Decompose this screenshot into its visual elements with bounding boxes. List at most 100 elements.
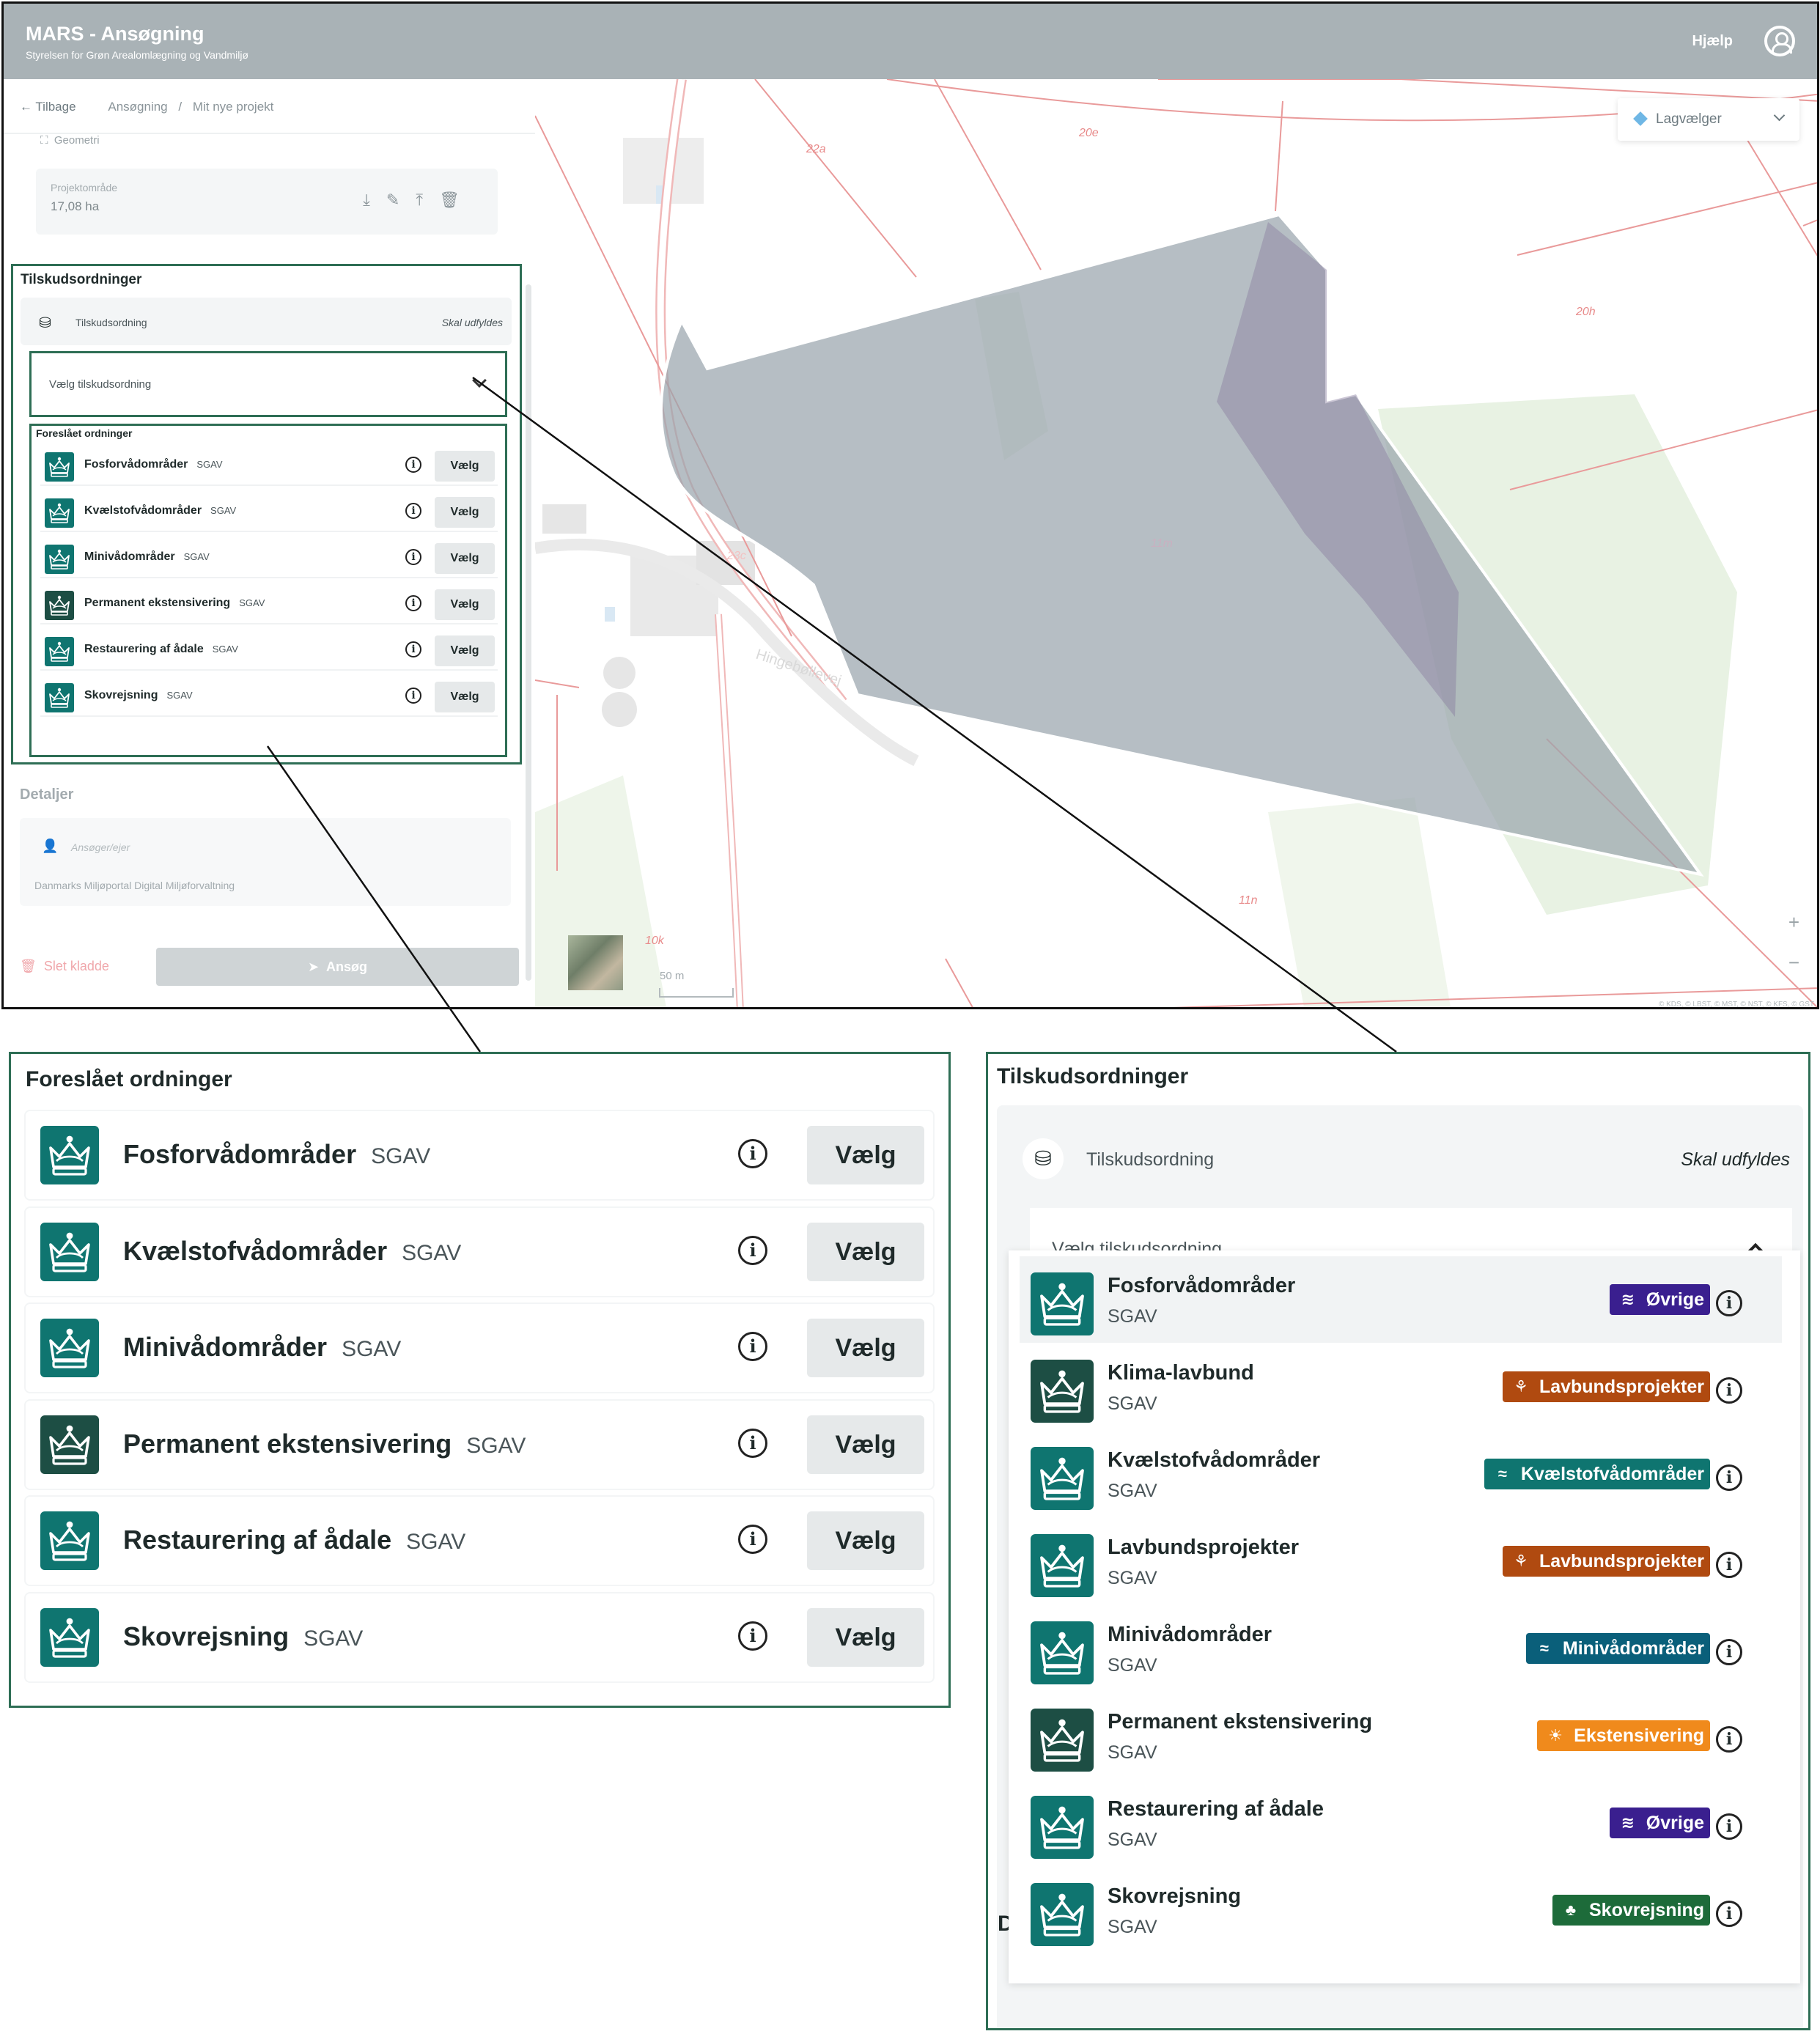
info-icon[interactable]: i bbox=[1716, 1290, 1742, 1316]
help-link[interactable]: Hjælp bbox=[1692, 33, 1733, 50]
zoom-out-button[interactable]: − bbox=[1788, 951, 1799, 974]
upload-icon[interactable]: ⤒ bbox=[416, 191, 439, 209]
category-badge: ☀ Ekstensivering bbox=[1537, 1720, 1710, 1751]
crown-logo-icon bbox=[40, 1126, 99, 1184]
parcel-label: 11m bbox=[1151, 537, 1173, 550]
scheme-name: Permanent ekstensivering SGAV bbox=[123, 1428, 526, 1459]
scheme-org: SGAV bbox=[1108, 1655, 1157, 1676]
scheme-name: Kvælstofvådområder SGAV bbox=[84, 504, 237, 517]
crown-logo-icon bbox=[40, 1222, 99, 1281]
suggested-row: Minivådområder SGAV i Vælg bbox=[26, 1304, 933, 1392]
tilskud-select[interactable]: Vælg tilskudsordning bbox=[29, 351, 507, 417]
dropdown-option[interactable]: Lavbundsprojekter SGAV ⚘ Lavbundsprojekter i bbox=[1020, 1518, 1782, 1604]
download-icon[interactable]: ⤓ bbox=[363, 191, 386, 209]
breadcrumb-item[interactable]: Ansøgning bbox=[108, 100, 167, 114]
crown-logo-icon bbox=[45, 683, 74, 712]
zoom-in-button[interactable]: + bbox=[1788, 911, 1799, 934]
info-icon[interactable]: i bbox=[1716, 1639, 1742, 1665]
suggested-row: Skovrejsning SGAV i Vælg bbox=[26, 1593, 933, 1681]
choose-button[interactable]: Vælg bbox=[807, 1319, 924, 1377]
crown-logo-icon bbox=[1031, 1621, 1094, 1684]
info-icon[interactable]: i bbox=[1716, 1813, 1742, 1840]
map-view[interactable]: 22a 20e 20h 11n 10k 11m 23c Hingebølleve… bbox=[535, 79, 1819, 1009]
details-title: Detaljer bbox=[20, 786, 74, 803]
info-icon[interactable]: i bbox=[405, 595, 421, 611]
info-icon[interactable]: i bbox=[1716, 1377, 1742, 1404]
info-icon[interactable]: i bbox=[1716, 1726, 1742, 1753]
scheme-name: Skovrejsning bbox=[1108, 1884, 1242, 1908]
dropdown-option[interactable]: Kvælstofvådområder SGAV ≈ Kvælstofvådområde… bbox=[1020, 1431, 1782, 1517]
parcel-label: 20e bbox=[1078, 127, 1099, 139]
project-area-value: 17,08 ha bbox=[51, 199, 100, 213]
info-icon[interactable]: i bbox=[405, 641, 421, 657]
info-icon[interactable]: i bbox=[738, 1525, 767, 1554]
choose-button[interactable]: Vælg bbox=[435, 497, 495, 528]
info-icon[interactable]: i bbox=[405, 688, 421, 704]
scheme-name: Minivådområder bbox=[1108, 1623, 1272, 1646]
scheme-org: SGAV bbox=[1108, 1917, 1157, 1937]
scrollbar[interactable] bbox=[526, 284, 531, 981]
choose-button[interactable]: Vælg bbox=[435, 543, 495, 574]
dropdown-option[interactable]: Permanent ekstensivering SGAV ☀ Ekstensiver… bbox=[1020, 1692, 1782, 1779]
dropdown-option[interactable]: Skovrejsning SGAV ♣ Skovrejsning i bbox=[1020, 1867, 1782, 1953]
basemap-thumbnail[interactable] bbox=[568, 935, 623, 990]
crown-logo-icon bbox=[1031, 1796, 1094, 1859]
scheme-dropdown-zoom: Tilskudsordninger ⛁ Tilskudsordning Skal… bbox=[986, 1052, 1810, 2030]
delete-draft-button[interactable]: 🗑 Slet kladde bbox=[20, 959, 109, 974]
choose-button[interactable]: Vælg bbox=[435, 451, 495, 482]
choose-button[interactable]: Vælg bbox=[807, 1415, 924, 1474]
scheme-name: Kvælstofvådområder bbox=[1108, 1448, 1321, 1472]
suggested-row: Fosforvådområder SGAV i Vælg bbox=[40, 442, 498, 486]
crown-logo-icon bbox=[40, 1511, 99, 1570]
choose-button[interactable]: Vælg bbox=[807, 1126, 924, 1184]
crown-logo-icon bbox=[40, 1415, 99, 1474]
layer-picker-label: Lagvælger bbox=[1656, 111, 1722, 127]
info-icon[interactable]: i bbox=[738, 1139, 767, 1168]
suggested-row: Permanent ekstensivering SGAV i Vælg bbox=[40, 581, 498, 624]
tilskud-title: Tilskudsordninger bbox=[21, 272, 142, 287]
info-icon[interactable]: i bbox=[405, 503, 421, 519]
choose-button[interactable]: Vælg bbox=[435, 682, 495, 712]
info-icon[interactable]: i bbox=[1716, 1552, 1742, 1578]
choose-button[interactable]: Vælg bbox=[435, 589, 495, 620]
info-icon[interactable]: i bbox=[738, 1621, 767, 1651]
crown-logo-icon bbox=[40, 1319, 99, 1377]
dropdown-option[interactable]: Minivådområder SGAV ≈ Minivådområder i bbox=[1020, 1605, 1782, 1692]
map-canvas[interactable]: 22a 20e 20h 11n 10k 11m 23c Hingebølleve… bbox=[535, 79, 1819, 1009]
info-icon[interactable]: i bbox=[738, 1332, 767, 1361]
info-icon[interactable]: i bbox=[1716, 1901, 1742, 1927]
apply-button[interactable]: ➤ Ansøg bbox=[156, 948, 519, 986]
category-badge: ≈ Minivådområder bbox=[1525, 1633, 1710, 1664]
info-icon[interactable]: i bbox=[405, 457, 421, 473]
project-area-card: Projektområde 17,08 ha ⤓✎⤒🗑 bbox=[36, 169, 498, 235]
dropdown-option[interactable]: Fosforvådområder SGAV ≋ Øvrige i bbox=[1020, 1256, 1782, 1343]
parcel-label: 10k bbox=[645, 935, 665, 947]
crown-logo-icon bbox=[1031, 1272, 1094, 1335]
user-icon[interactable] bbox=[1764, 26, 1795, 56]
info-icon[interactable]: i bbox=[1716, 1464, 1742, 1491]
suggested-schemes-zoom: Foreslået ordninger Fosforvådområder SGAV… bbox=[9, 1052, 951, 1708]
choose-button[interactable]: Vælg bbox=[807, 1511, 924, 1570]
applicant-value: Danmarks Miljøportal Digital Miljøforval… bbox=[34, 880, 235, 891]
suggested-row: Minivådområder SGAV i Vælg bbox=[40, 534, 498, 578]
edit-icon[interactable]: ✎ bbox=[386, 191, 416, 209]
layer-picker-button[interactable]: Lagvælger bbox=[1618, 98, 1799, 141]
scheme-name: Kvælstofvådområder SGAV bbox=[123, 1235, 462, 1266]
choose-button[interactable]: Vælg bbox=[807, 1222, 924, 1281]
category-badge: ♣ Skovrejsning bbox=[1552, 1895, 1710, 1926]
scheme-name: Fosforvådområder SGAV bbox=[123, 1139, 431, 1169]
delete-icon[interactable]: 🗑 bbox=[439, 191, 476, 209]
back-link[interactable]: ← Tilbage bbox=[20, 100, 76, 114]
info-icon[interactable]: i bbox=[738, 1428, 767, 1458]
applicant-label: Ansøger/ejer bbox=[71, 841, 130, 853]
dropdown-option[interactable]: Restaurering af ådale SGAV ≋ Øvrige i bbox=[1020, 1780, 1782, 1866]
app-screenshot: MARS - Ansøgning Styrelsen for Grøn Area… bbox=[1, 1, 1819, 1009]
chevron-down-icon[interactable] bbox=[472, 373, 487, 388]
breadcrumb-item: Mit nye projekt bbox=[192, 100, 274, 114]
info-icon[interactable]: i bbox=[738, 1235, 767, 1265]
choose-button[interactable]: Vælg bbox=[807, 1607, 924, 1667]
required-note: Skal udfyldes bbox=[441, 317, 503, 328]
dropdown-option[interactable]: Klima-lavbund SGAV ⚘ Lavbundsprojekter i bbox=[1020, 1344, 1782, 1430]
info-icon[interactable]: i bbox=[405, 549, 421, 565]
choose-button[interactable]: Vælg bbox=[435, 635, 495, 666]
